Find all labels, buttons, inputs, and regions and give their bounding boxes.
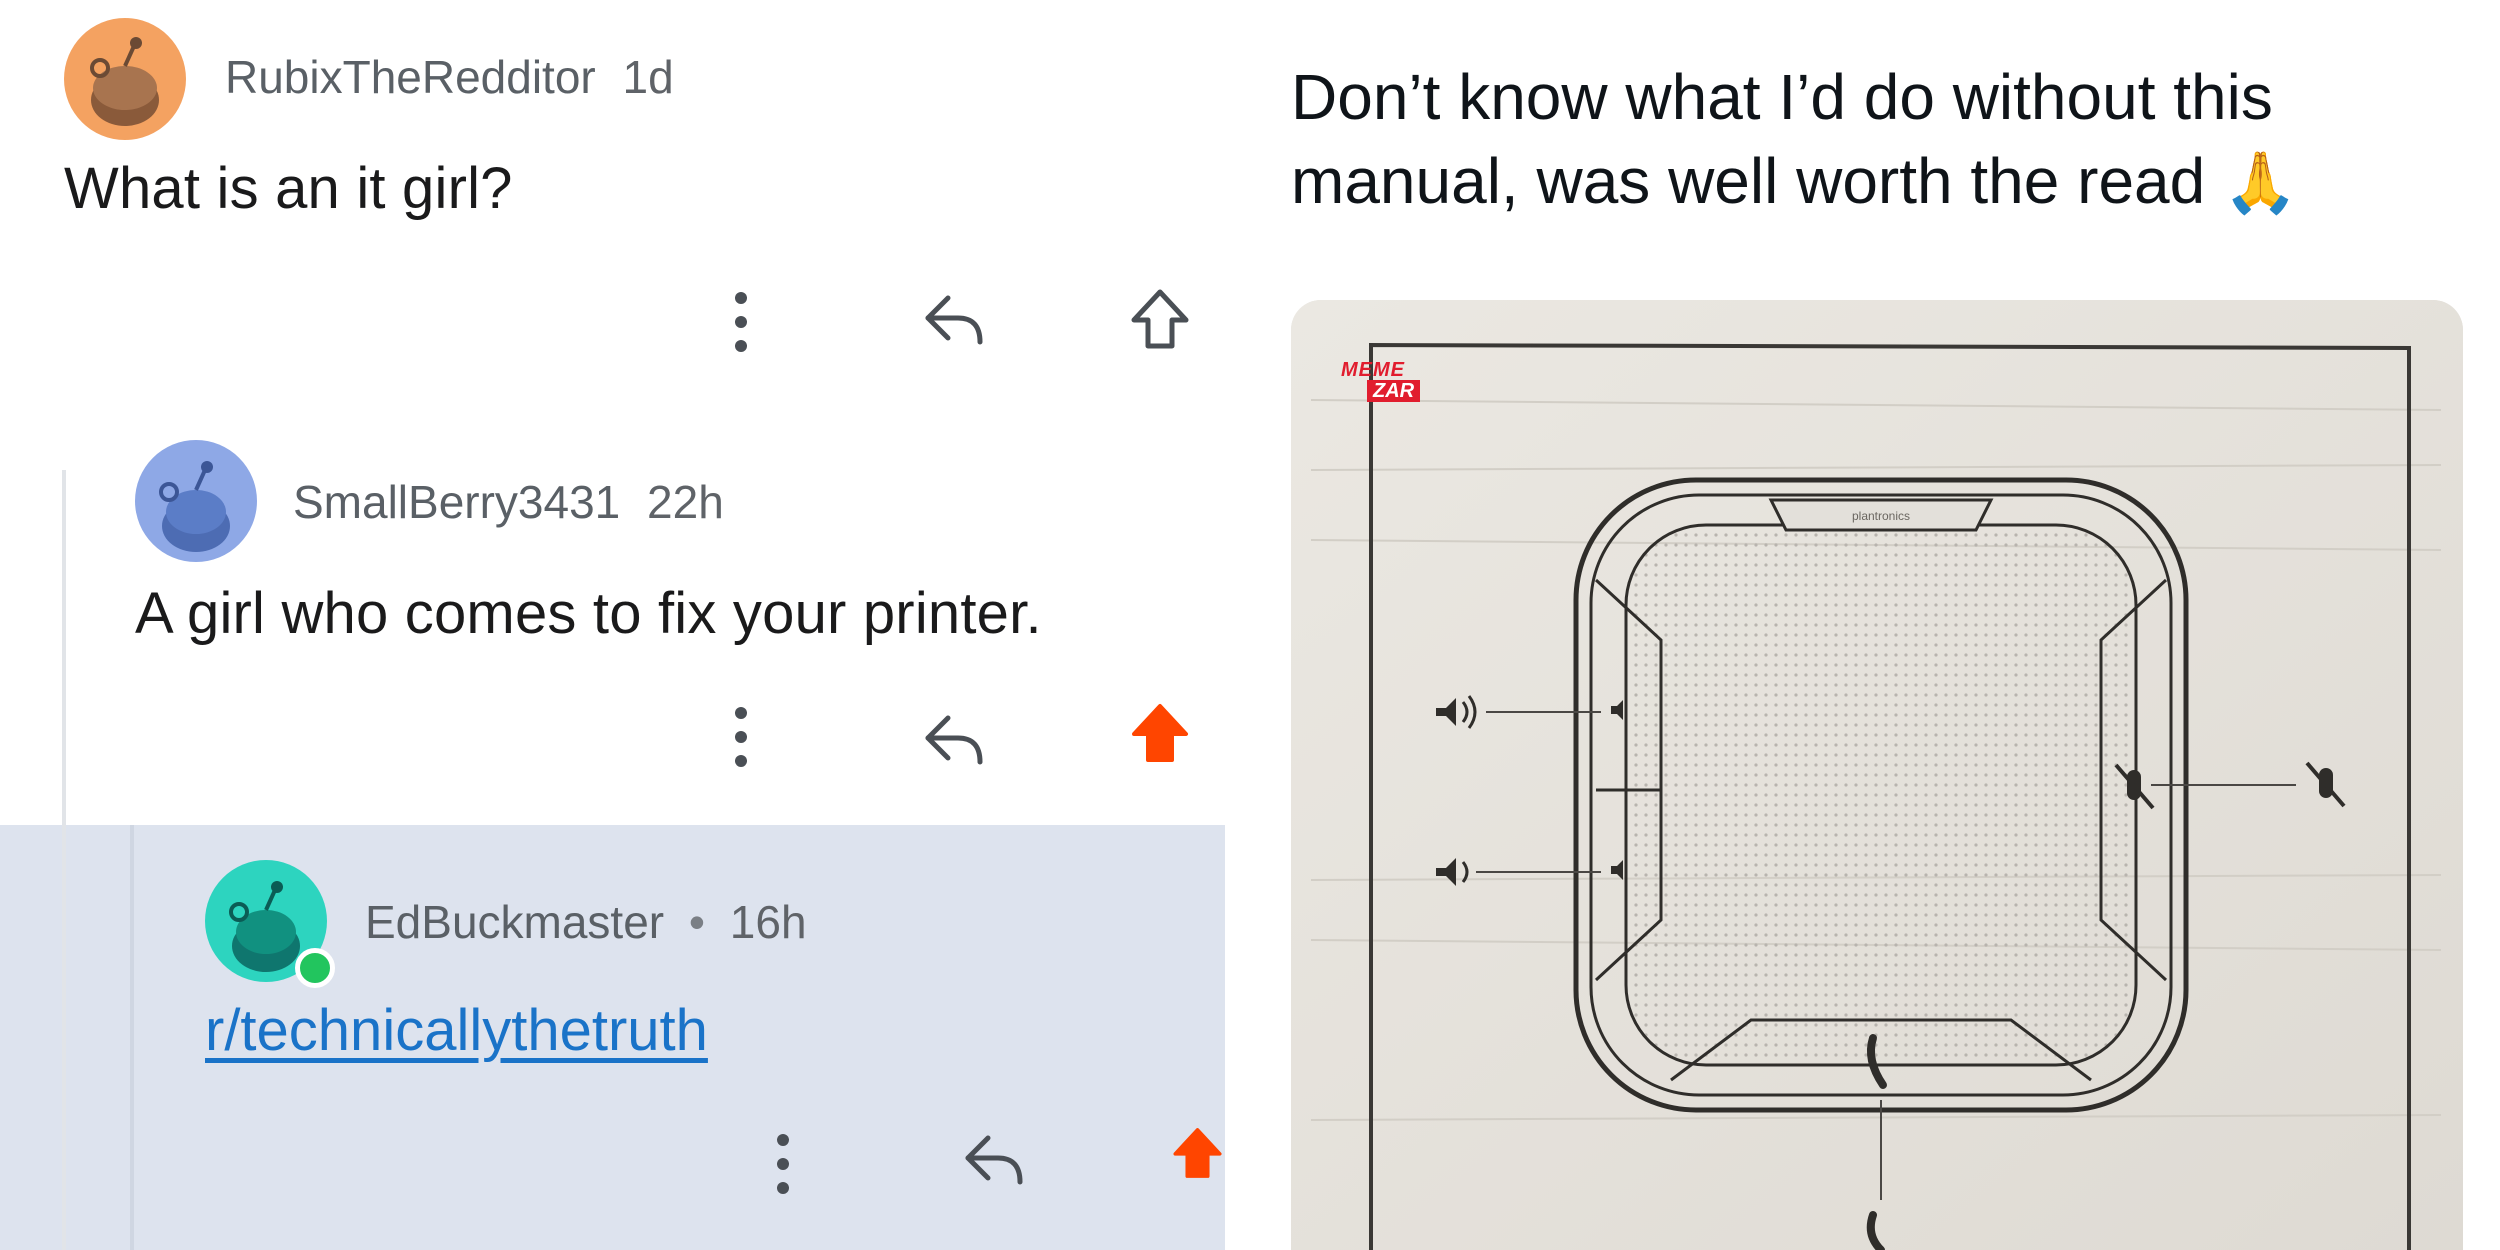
comment-username-line: EdBuckmaster • 16h [365,895,807,949]
avatar-edbuckmaster[interactable] [205,860,335,988]
post-text-line-2: manual, was well worth the read 🙏 [1291,145,2298,217]
separator-dot: • [688,896,706,948]
avatar-smallberry3431[interactable] [135,440,257,562]
tweet-post: Don’t know what I’d do without this manu… [1225,0,2500,1250]
snoo-avatar-icon [159,461,230,552]
thread-line [62,470,66,1250]
subreddit-link[interactable]: r/technicallythetruth [205,997,708,1064]
memezar-watermark: MEME ZAR [1341,359,1421,402]
username[interactable]: SmallBerry3431 [293,476,620,528]
comment-username-line: RubixTheRedditor 1d [225,50,674,104]
timestamp: 16h [729,896,807,948]
more-options-icon[interactable] [726,290,756,354]
more-options-icon[interactable] [726,705,756,769]
upvote-active-icon[interactable] [1128,700,1192,766]
post-text: Don’t know what I’d do without this manu… [1291,55,2441,225]
upvote-active-icon[interactable] [1170,1120,1225,1186]
online-status-indicator [295,948,335,988]
watermark-line-1: MEME [1341,359,1405,381]
more-options-icon[interactable] [768,1132,798,1196]
upvote-icon[interactable] [1128,286,1192,352]
comment-text: What is an it girl? [64,156,513,221]
speakerphone-diagram-image: plantronics [1291,300,2463,1250]
snoo-avatar-icon [90,37,159,126]
timestamp: 22h [647,476,724,528]
praying-hands-emoji-icon: 🙏 [2223,149,2298,216]
reply-icon[interactable] [920,710,990,770]
reply-icon[interactable] [960,1130,1030,1190]
thread-line-nested [130,825,134,1250]
comment-text: A girl who comes to fix your printer. [135,581,1042,646]
username[interactable]: RubixTheRedditor [225,51,596,103]
watermark-line-2: ZAR [1367,380,1421,402]
reply-icon[interactable] [920,290,990,350]
post-text-line-1: Don’t know what I’d do without this [1291,61,2273,133]
timestamp: 1d [622,51,674,103]
manual-photo[interactable]: plantronics MEME ZAR [1291,300,2463,1250]
reddit-comment-thread: RubixTheRedditor 1d What is an it girl? … [0,0,1225,1250]
comment-username-line: SmallBerry3431 22h [293,475,724,529]
avatar-rubixtheredditor[interactable] [64,18,186,140]
username[interactable]: EdBuckmaster [365,896,664,948]
device-brand-label: plantronics [1852,509,1910,523]
